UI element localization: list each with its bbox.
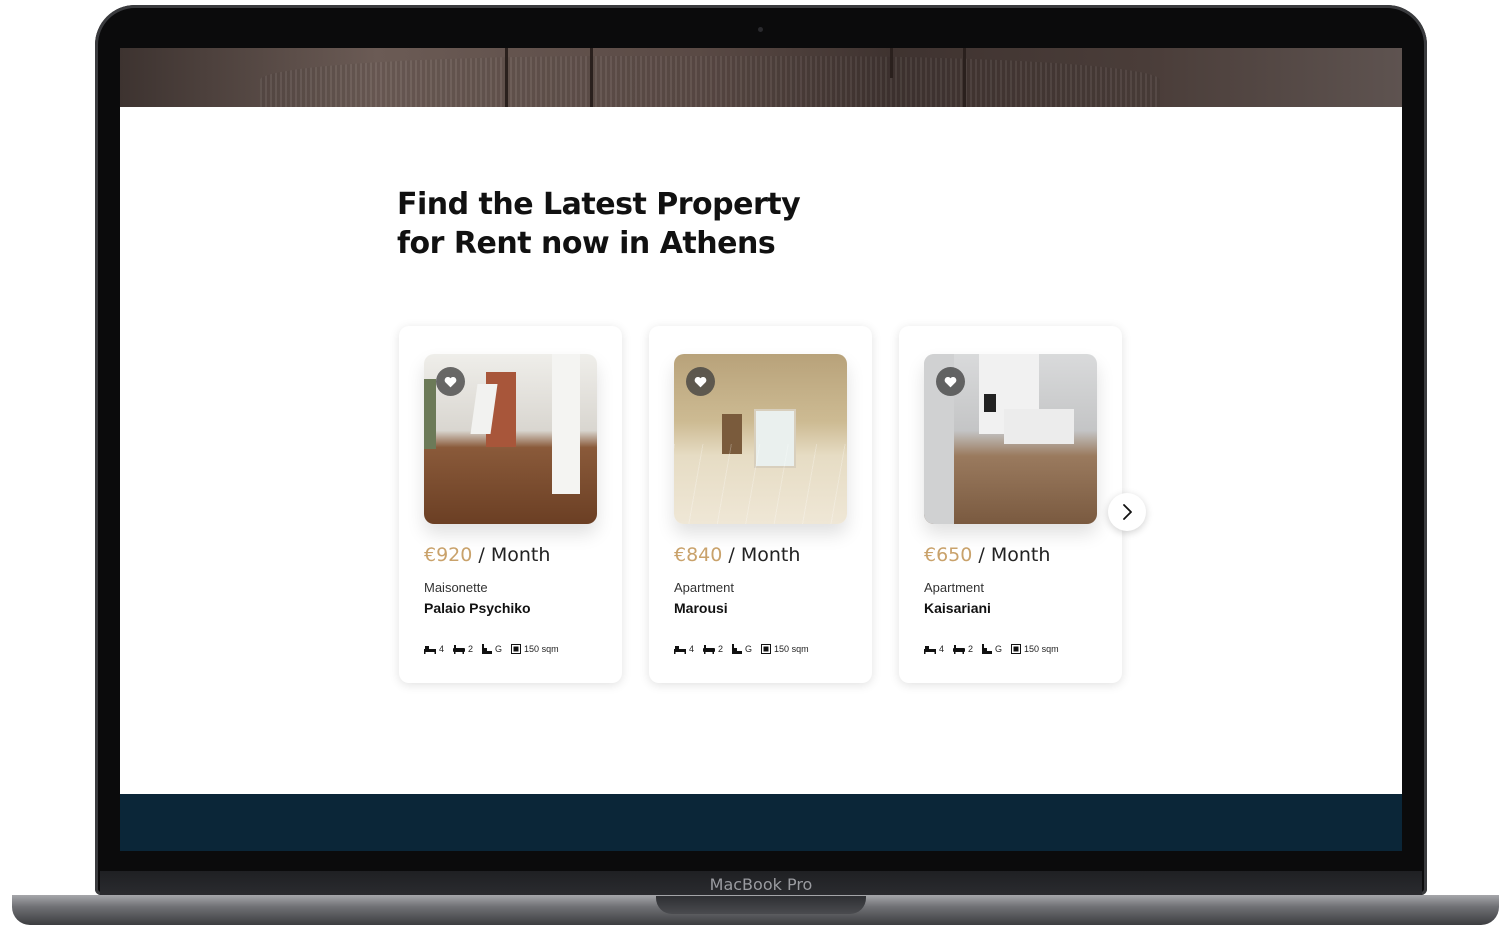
price-period: / Month bbox=[722, 544, 801, 566]
price-amount: €920 bbox=[424, 544, 473, 566]
feature-beds: 4 bbox=[424, 644, 444, 654]
property-photo[interactable] bbox=[924, 354, 1097, 524]
property-photo[interactable] bbox=[424, 354, 597, 524]
property-type: Apartment bbox=[924, 580, 984, 595]
property-type: Maisonette bbox=[424, 580, 488, 595]
property-photo[interactable] bbox=[674, 354, 847, 524]
area-icon bbox=[511, 644, 522, 654]
favorite-button[interactable] bbox=[436, 367, 465, 396]
price-amount: €650 bbox=[924, 544, 973, 566]
property-location[interactable]: Marousi bbox=[674, 600, 728, 616]
section-title-line2: for Rent now in Athens bbox=[397, 226, 776, 261]
property-location[interactable]: Palaio Psychiko bbox=[424, 600, 531, 616]
bed-icon bbox=[674, 645, 686, 654]
heart-icon bbox=[444, 376, 457, 387]
section-title: Find the Latest Property for Rent now in… bbox=[397, 185, 917, 263]
stairs-icon bbox=[982, 644, 993, 654]
screen-bezel-bottom bbox=[120, 851, 1402, 871]
feature-baths: 2 bbox=[453, 644, 473, 654]
price-period: / Month bbox=[472, 544, 551, 566]
bathtub-icon bbox=[453, 644, 466, 654]
feature-area: 150 sqm bbox=[761, 644, 809, 654]
property-location[interactable]: Kaisariani bbox=[924, 600, 991, 616]
hero-image bbox=[120, 48, 1402, 107]
section-title-line1: Find the Latest Property bbox=[397, 187, 801, 222]
stairs-icon bbox=[732, 644, 743, 654]
property-features: 4 2 G 150 sqm bbox=[674, 644, 809, 654]
area-icon bbox=[761, 644, 772, 654]
bed-icon bbox=[924, 645, 936, 654]
property-features: 4 2 G 150 sqm bbox=[424, 644, 559, 654]
heart-icon bbox=[694, 376, 707, 387]
feature-area: 150 sqm bbox=[1011, 644, 1059, 654]
property-type: Apartment bbox=[674, 580, 734, 595]
feature-floor: G bbox=[732, 644, 752, 654]
screen: Find the Latest Property for Rent now in… bbox=[120, 48, 1402, 851]
carousel-next-button[interactable] bbox=[1108, 493, 1146, 531]
feature-floor: G bbox=[482, 644, 502, 654]
bathtub-icon bbox=[953, 644, 966, 654]
property-features: 4 2 G 150 sqm bbox=[924, 644, 1059, 654]
feature-baths: 2 bbox=[953, 644, 973, 654]
footer-band bbox=[120, 794, 1402, 851]
device-model-label: MacBook Pro bbox=[709, 875, 813, 894]
bathtub-icon bbox=[703, 644, 716, 654]
camera-dot bbox=[758, 27, 763, 32]
feature-floor: G bbox=[982, 644, 1002, 654]
price-period: / Month bbox=[972, 544, 1051, 566]
bed-icon bbox=[424, 645, 436, 654]
feature-beds: 4 bbox=[924, 644, 944, 654]
price-amount: €840 bbox=[674, 544, 723, 566]
chevron-right-icon bbox=[1123, 504, 1132, 520]
property-card[interactable]: €920 / Month Maisonette Palaio Psychiko … bbox=[399, 326, 622, 683]
feature-beds: 4 bbox=[674, 644, 694, 654]
heart-icon bbox=[944, 376, 957, 387]
laptop-notch bbox=[656, 896, 866, 914]
favorite-button[interactable] bbox=[686, 367, 715, 396]
stairs-icon bbox=[482, 644, 493, 654]
feature-area: 150 sqm bbox=[511, 644, 559, 654]
price: €840 / Month bbox=[674, 544, 800, 566]
price: €920 / Month bbox=[424, 544, 550, 566]
area-icon bbox=[1011, 644, 1022, 654]
favorite-button[interactable] bbox=[936, 367, 965, 396]
feature-baths: 2 bbox=[703, 644, 723, 654]
property-card[interactable]: €840 / Month Apartment Marousi 4 2 G 150… bbox=[649, 326, 872, 683]
price: €650 / Month bbox=[924, 544, 1050, 566]
property-card[interactable]: €650 / Month Apartment Kaisariani 4 2 G … bbox=[899, 326, 1122, 683]
